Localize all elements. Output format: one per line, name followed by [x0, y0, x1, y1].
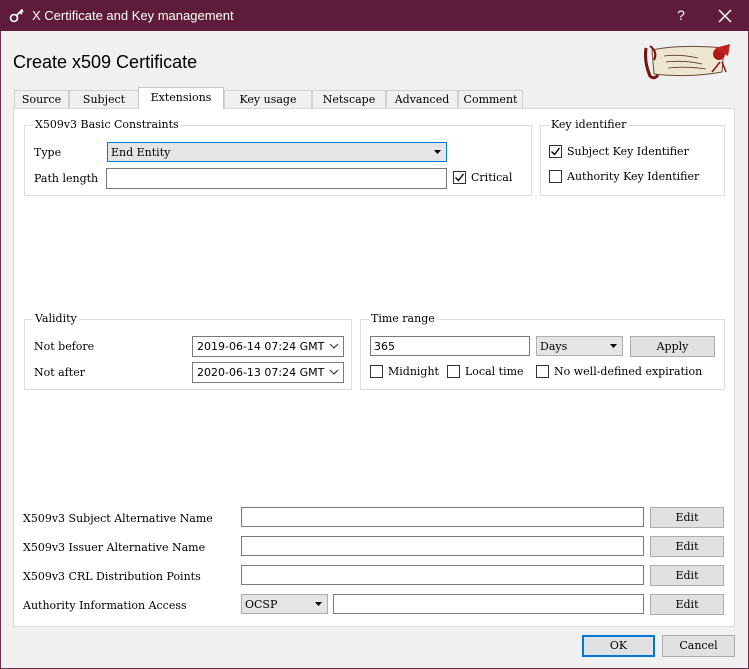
tab-netscape[interactable]: Netscape [312, 90, 386, 108]
key-identifier-legend: Key identifier [549, 118, 629, 131]
not-after-datetime[interactable]: 2020-06-13 07:24 GMT [192, 362, 344, 383]
san-edit-button[interactable]: Edit [650, 507, 724, 528]
apply-button[interactable]: Apply [630, 336, 715, 357]
crl-label: X509v3 CRL Distribution Points [23, 570, 201, 583]
no-expiration-label: No well-defined expiration [554, 365, 703, 378]
time-unit-value: Days [540, 340, 568, 353]
critical-check-box [453, 171, 466, 184]
close-icon[interactable] [716, 7, 734, 25]
san-label: X509v3 Subject Alternative Name [23, 512, 213, 525]
san-input[interactable] [241, 507, 644, 527]
checkmark-icon [455, 173, 465, 182]
subject-key-check-box [549, 145, 562, 158]
scroll-logo-icon [644, 44, 730, 80]
ian-label: X509v3 Issuer Alternative Name [23, 541, 206, 554]
validity-group: Validity Not before 2019-06-14 07:24 GMT… [24, 312, 352, 390]
aia-input[interactable] [333, 594, 644, 614]
tab-extensions[interactable]: Extensions [138, 87, 224, 109]
critical-label: Critical [471, 171, 513, 184]
no-expiration-check-box [536, 365, 549, 378]
authority-key-identifier-label: Authority Key Identifier [567, 170, 700, 183]
validity-legend: Validity [33, 312, 79, 325]
help-button[interactable]: ? [672, 7, 690, 23]
not-before-value: 2019-06-14 07:24 GMT [197, 340, 325, 353]
authority-key-check-box [549, 170, 562, 183]
tab-subject[interactable]: Subject [69, 90, 139, 108]
subject-key-identifier-label: Subject Key Identifier [567, 145, 689, 158]
title-bar: X Certificate and Key management ? [0, 0, 749, 31]
key-identifier-group: Key identifier Subject Key Identifier Au… [540, 118, 725, 196]
crl-input[interactable] [241, 565, 644, 585]
not-after-label: Not after [34, 366, 85, 379]
chevron-down-icon [610, 344, 617, 348]
subject-key-identifier-checkbox[interactable]: Subject Key Identifier [549, 145, 719, 161]
ian-edit-button[interactable]: Edit [650, 536, 724, 557]
type-value: End Entity [111, 146, 171, 159]
tab-advanced[interactable]: Advanced [386, 90, 458, 108]
no-expiration-checkbox[interactable]: No well-defined expiration [536, 365, 716, 381]
time-range-group: Time range 365 Days Apply Midnight Local… [360, 312, 725, 390]
crl-edit-button[interactable]: Edit [650, 565, 724, 586]
aia-method-select[interactable]: OCSP [241, 594, 328, 614]
cancel-button[interactable]: Cancel [662, 635, 735, 657]
basic-constraints-group: X509v3 Basic Constraints Type End Entity… [24, 118, 532, 196]
tab-key-usage[interactable]: Key usage [224, 90, 312, 108]
midnight-check-box [370, 365, 383, 378]
chevron-down-icon [434, 150, 441, 154]
midnight-label: Midnight [388, 365, 439, 378]
aia-method-value: OCSP [245, 598, 278, 611]
path-length-input[interactable] [106, 168, 447, 189]
time-range-legend: Time range [369, 312, 437, 325]
time-unit-select[interactable]: Days [536, 336, 623, 356]
window-title: X Certificate and Key management [32, 8, 234, 23]
checkmark-icon [551, 147, 561, 156]
extensions-panel: X509v3 Basic Constraints Type End Entity… [13, 108, 735, 627]
key-icon [9, 8, 24, 23]
authority-key-identifier-checkbox[interactable]: Authority Key Identifier [549, 170, 719, 186]
local-time-checkbox[interactable]: Local time [447, 365, 529, 381]
ok-button[interactable]: OK [582, 635, 655, 657]
midnight-checkbox[interactable]: Midnight [370, 365, 440, 381]
not-before-label: Not before [34, 340, 95, 353]
path-length-label: Path length [34, 172, 99, 185]
not-before-datetime[interactable]: 2019-06-14 07:24 GMT [192, 336, 344, 357]
tab-source[interactable]: Source [14, 90, 69, 108]
aia-edit-button[interactable]: Edit [650, 594, 724, 615]
chevron-down-icon [329, 343, 339, 349]
type-label: Type [34, 146, 62, 159]
local-time-label: Local time [465, 365, 524, 378]
tab-comment[interactable]: Comment [458, 90, 523, 108]
chevron-down-icon [329, 369, 339, 375]
not-after-value: 2020-06-13 07:24 GMT [197, 366, 325, 379]
ian-input[interactable] [241, 536, 644, 556]
time-range-input[interactable]: 365 [370, 336, 530, 356]
critical-checkbox[interactable]: Critical [453, 171, 528, 187]
aia-label: Authority Information Access [23, 599, 187, 612]
page-title: Create x509 Certificate [13, 52, 198, 72]
basic-constraints-legend: X509v3 Basic Constraints [33, 118, 181, 131]
chevron-down-icon [315, 602, 322, 606]
local-time-check-box [447, 365, 460, 378]
type-select[interactable]: End Entity [107, 142, 447, 162]
